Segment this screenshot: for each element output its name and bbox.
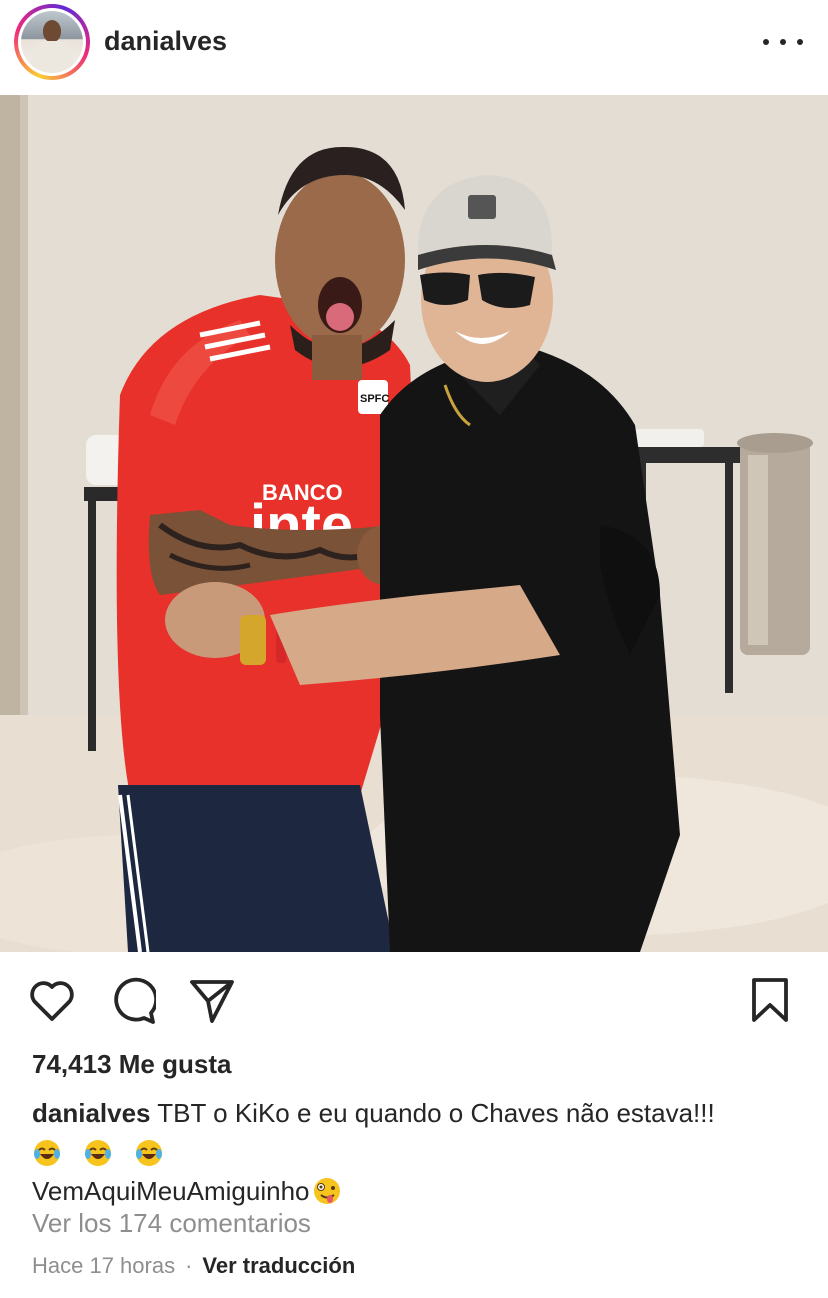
caption-text: TBT o KiKo e eu quando o Chaves não esta…	[157, 1098, 715, 1128]
action-bar	[0, 975, 828, 1025]
post-footer: Hace 17 horas · Ver traducción	[32, 1253, 355, 1279]
tears-of-joy-emoji-icon	[85, 1140, 112, 1166]
comment-icon[interactable]	[108, 977, 159, 1030]
caption-hashtag-line: VemAquiMeuAmiguinho	[32, 1176, 310, 1206]
avatar[interactable]	[21, 11, 83, 73]
post-photo[interactable]: BANCO inte SPFC	[0, 95, 828, 952]
separator-dot: ·	[185, 1253, 193, 1278]
caption-emoji-row	[32, 1135, 802, 1171]
tears-of-joy-emoji-icon	[136, 1140, 163, 1166]
tears-of-joy-emoji-icon	[34, 1140, 60, 1166]
paper-plane-icon[interactable]	[188, 977, 236, 1030]
post-header: danialves	[0, 0, 828, 95]
zany-face-emoji-icon	[313, 1178, 340, 1204]
photo-illustration: BANCO inte SPFC	[0, 95, 828, 952]
story-ring[interactable]	[14, 4, 90, 80]
username-link[interactable]: danialves	[104, 26, 227, 57]
svg-text:SPFC: SPFC	[360, 393, 389, 405]
likes-count[interactable]: 74,413 Me gusta	[32, 1049, 231, 1080]
bookmark-icon[interactable]	[750, 977, 790, 1028]
translate-link[interactable]: Ver traducción	[202, 1253, 355, 1278]
caption: danialves TBT o KiKo e eu quando o Chave…	[32, 1095, 802, 1209]
heart-icon[interactable]	[28, 977, 76, 1028]
more-options-icon[interactable]	[763, 25, 803, 59]
timestamp: Hace 17 horas	[32, 1253, 176, 1278]
view-comments-link[interactable]: Ver los 174 comentarios	[32, 1208, 311, 1239]
caption-username[interactable]: danialves	[32, 1098, 151, 1128]
